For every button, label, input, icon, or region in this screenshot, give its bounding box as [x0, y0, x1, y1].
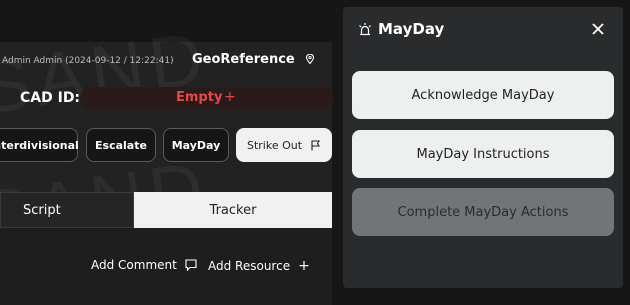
mayday-button[interactable]: MayDay — [163, 128, 229, 162]
strike-out-label: Strike Out — [246, 138, 303, 152]
strike-out-button[interactable]: Strike Out — [236, 128, 332, 162]
georeference-link[interactable]: GeoReference — [192, 52, 315, 67]
add-cad-id-button[interactable]: + — [224, 89, 236, 105]
add-resource-label: Add Resource — [208, 259, 291, 273]
comment-icon — [185, 259, 197, 271]
mayday-modal: MayDay Acknowledge MayDay MayDay Instruc… — [343, 7, 623, 288]
tab-script[interactable]: Script — [0, 192, 134, 228]
acknowledge-mayday-button[interactable]: Acknowledge MayDay — [352, 71, 614, 119]
escalate-button[interactable]: Escalate — [86, 128, 156, 162]
georeference-label: GeoReference — [192, 52, 295, 67]
mayday-instructions-button[interactable]: MayDay Instructions — [352, 130, 614, 178]
plus-icon: + — [298, 258, 310, 274]
modal-title: MayDay — [378, 20, 445, 38]
flag-icon — [311, 139, 321, 150]
cad-id-label: CAD ID: — [20, 90, 81, 106]
complete-mayday-actions-button[interactable]: Complete MayDay Actions — [352, 188, 614, 236]
interdivisional-button[interactable]: Interdivisional — [0, 128, 79, 162]
modal-header: MayDay — [358, 20, 444, 38]
alarm-light-icon — [359, 23, 371, 36]
incident-meta: Admin Admin (2024-09-12 / 12:22:41) — [2, 56, 174, 66]
add-resource-button[interactable]: Add Resource + — [208, 258, 310, 274]
add-comment-label: Add Comment — [91, 258, 177, 272]
add-comment-button[interactable]: Add Comment — [91, 258, 197, 272]
close-icon[interactable] — [591, 22, 605, 36]
map-pin-icon — [306, 54, 315, 64]
tab-tracker[interactable]: Tracker — [134, 192, 332, 228]
cad-id-value: Empty — [176, 90, 223, 105]
